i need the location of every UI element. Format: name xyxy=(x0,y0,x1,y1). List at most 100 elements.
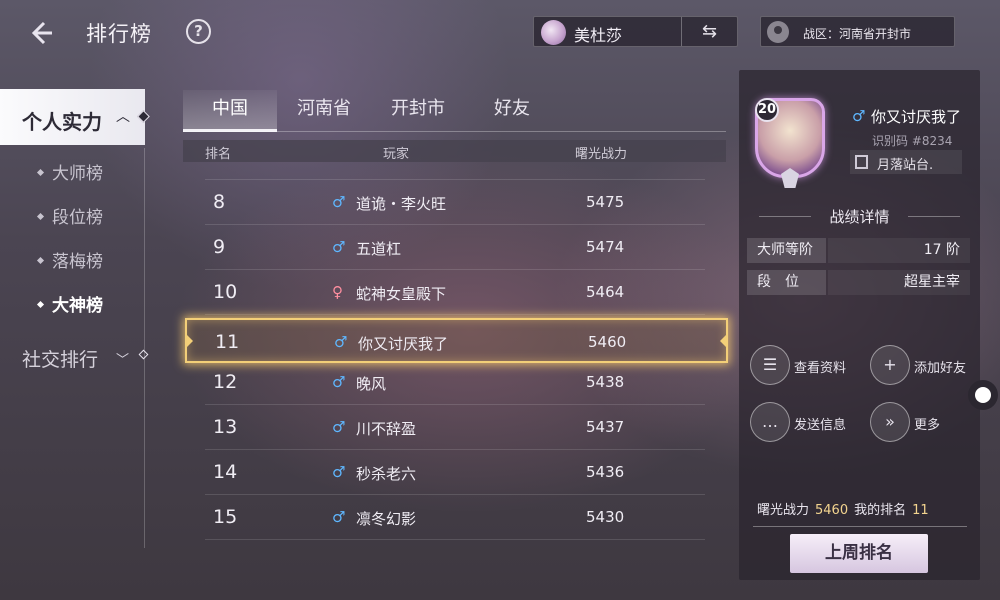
category-label: 个人实力 xyxy=(22,110,102,134)
male-icon: ♂ xyxy=(332,238,346,256)
sidebar-category-social[interactable]: 社交排行 xyxy=(22,345,98,372)
table-row[interactable]: 15 ♂ 凛冬幻影 5430 xyxy=(205,495,705,540)
stat-label: 大师等阶 xyxy=(747,238,826,263)
table-row[interactable]: 8 ♂ 道诡・李火旺 5475 xyxy=(205,180,705,225)
power-value: 5464 xyxy=(586,283,625,301)
male-icon: ♂ xyxy=(332,193,346,211)
stat-value: 超星主宰 xyxy=(828,270,970,295)
male-icon: ♂ xyxy=(852,107,866,125)
divider xyxy=(908,216,960,217)
add-friend-icon: + xyxy=(870,345,910,385)
sidebar-item-label: 大神榜 xyxy=(52,296,103,316)
player-id: 识别码 #8234 xyxy=(872,134,953,148)
help-icon[interactable]: ? xyxy=(186,19,211,44)
chevron-up-icon: ︿ xyxy=(116,109,130,125)
stat-value: 17 阶 xyxy=(828,238,970,263)
table-row[interactable]: 13 ♂ 川不辞盈 5437 xyxy=(205,405,705,450)
sidebar-item-luomei[interactable]: 落梅榜 xyxy=(36,247,103,272)
player-name: 五道杠 xyxy=(356,240,402,258)
female-icon: ♀ xyxy=(332,283,343,301)
more-icon: » xyxy=(870,402,910,442)
power-value: 5437 xyxy=(586,418,625,436)
male-icon: ♂ xyxy=(332,508,346,526)
player-name: 你又讨厌我了 xyxy=(871,108,962,126)
power-value: 5474 xyxy=(586,238,625,256)
hero-avatar-icon xyxy=(541,20,566,45)
power-value: 5460 xyxy=(588,333,627,351)
table-row[interactable]: 14 ♂ 秒杀老六 5436 xyxy=(205,450,705,495)
hero-selector[interactable]: 美杜莎 ⇆ xyxy=(533,16,738,47)
table-row-partial xyxy=(205,540,705,560)
power-value: 5438 xyxy=(586,373,625,391)
page-title: 排行榜 xyxy=(86,22,152,46)
stat-row-tier: 段 位 超星主宰 xyxy=(747,270,970,295)
male-icon: ♂ xyxy=(332,418,346,436)
table-row[interactable]: 10 ♀ 蛇神女皇殿下 5464 xyxy=(205,270,705,315)
table-row-self[interactable]: 11 ♂ 你又讨厌我了 5460 xyxy=(185,318,728,363)
power-value: 5475 xyxy=(586,193,625,211)
player-name: 晚风 xyxy=(356,375,387,393)
sidebar-category-personal[interactable]: 个人实力 ︿ xyxy=(0,89,145,145)
last-week-ranking-button[interactable]: 上周排名 xyxy=(790,534,928,573)
guild-name: 月落站台. xyxy=(877,158,934,173)
floating-assistive-button[interactable] xyxy=(968,380,998,410)
tab-china[interactable]: 中国 xyxy=(183,90,277,132)
sidebar-item-label: 大师榜 xyxy=(52,164,103,184)
tab-friends[interactable]: 好友 xyxy=(471,90,553,132)
power-value: 5436 xyxy=(586,463,625,481)
male-icon: ♂ xyxy=(334,333,348,351)
player-card: 20 ♂ 你又讨厌我了 识别码 #8234 月落站台. 战绩详情 大师等阶 17… xyxy=(739,70,980,580)
sidebar-item-label: 落梅榜 xyxy=(52,252,103,272)
highlight-arrow-icon xyxy=(186,334,193,348)
guild-icon xyxy=(855,155,868,169)
footer-stats: 曙光战力 5460 我的排名 11 xyxy=(757,499,935,518)
rank-label: 我的排名 xyxy=(854,503,907,518)
table-header: 排名 玩家 曙光战力 xyxy=(183,140,726,162)
rank-number: 10 xyxy=(213,281,238,303)
tabs-divider xyxy=(183,131,726,132)
column-header-rank: 排名 xyxy=(205,147,232,162)
hero-name: 美杜莎 xyxy=(574,26,623,45)
rank-number: 8 xyxy=(213,191,226,213)
column-header-player: 玩家 xyxy=(383,147,410,162)
region-label: 战区：河南省开封市 xyxy=(803,27,912,41)
rank-number: 11 xyxy=(215,331,240,353)
guild-row[interactable]: 月落站台. xyxy=(850,150,962,174)
action-label: 查看资料 xyxy=(794,361,847,376)
profile-icon: ☰ xyxy=(750,345,790,385)
table-row-partial xyxy=(205,162,705,180)
table-row[interactable]: 9 ♂ 五道杠 5474 xyxy=(205,225,705,270)
rank-number: 13 xyxy=(213,416,238,438)
swap-icon[interactable]: ⇆ xyxy=(681,17,737,46)
rank-value: 11 xyxy=(912,503,929,518)
stat-row-master: 大师等阶 17 阶 xyxy=(747,238,970,263)
power-label: 曙光战力 xyxy=(757,503,810,518)
diamond-marker-icon xyxy=(138,349,149,360)
action-label: 添加好友 xyxy=(914,361,967,376)
region-tabs: 中国 河南省 开封市 好友 xyxy=(183,90,726,132)
bullet-icon xyxy=(36,212,45,220)
rank-number: 15 xyxy=(213,506,238,528)
location-pin-icon xyxy=(767,21,789,43)
rank-number: 9 xyxy=(213,236,226,258)
table-row[interactable]: 12 ♂ 晚风 5438 xyxy=(205,360,705,405)
stat-label: 段 位 xyxy=(747,270,826,295)
tab-henan[interactable]: 河南省 xyxy=(283,90,365,132)
sidebar-item-god[interactable]: 大神榜 xyxy=(36,291,103,316)
back-arrow-icon[interactable] xyxy=(28,20,56,46)
chevron-down-icon[interactable]: ﹀ xyxy=(116,349,129,368)
player-name: 川不辞盈 xyxy=(356,420,417,438)
sidebar-item-master[interactable]: 大师榜 xyxy=(36,159,103,184)
power-value: 5460 xyxy=(815,503,849,518)
sidebar-item-tier[interactable]: 段位榜 xyxy=(36,203,103,228)
message-icon: … xyxy=(750,402,790,442)
highlight-arrow-icon xyxy=(720,334,727,348)
tab-kaifeng[interactable]: 开封市 xyxy=(377,90,459,132)
male-icon: ♂ xyxy=(332,373,346,391)
bullet-icon xyxy=(36,300,45,308)
player-name: 秒杀老六 xyxy=(356,465,417,483)
action-label: 更多 xyxy=(914,418,941,433)
male-icon: ♂ xyxy=(332,463,346,481)
region-selector[interactable]: 战区：河南省开封市 xyxy=(760,16,955,47)
player-name: 蛇神女皇殿下 xyxy=(356,285,447,303)
